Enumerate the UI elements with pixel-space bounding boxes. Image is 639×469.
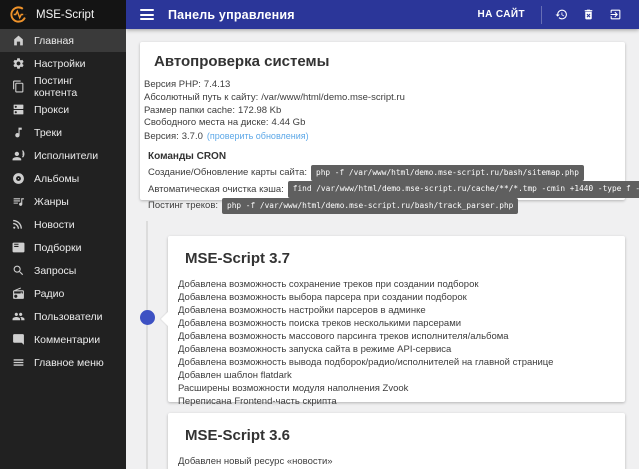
system-info: Версия PHP: 7.4.13 Абсолютный путь к сайт… bbox=[140, 79, 639, 215]
sidebar-item-users[interactable]: Пользователи bbox=[0, 305, 126, 328]
check-updates-link[interactable]: (проверить обновления) bbox=[207, 131, 309, 141]
page-title: Панель управления bbox=[168, 7, 295, 22]
cron-cache-clean: Автоматическая очистка кэша: find /var/w… bbox=[144, 181, 639, 198]
playlist-icon bbox=[12, 242, 25, 253]
info-php-version: Версия PHP: 7.4.13 bbox=[144, 79, 231, 90]
changelog-item: Добавлена возможность поиска треков неск… bbox=[178, 318, 462, 329]
system-check-card: Автопроверка системы Версия PHP: 7.4.13 А… bbox=[140, 42, 639, 215]
sidebar-item-label: Подборки bbox=[34, 241, 82, 254]
changelog-item: Добавлена возможность выбора парсера при… bbox=[178, 292, 467, 303]
search-icon bbox=[13, 265, 24, 276]
cron-title: Команды CRON bbox=[148, 150, 227, 162]
sidebar-item-label: Запросы bbox=[34, 264, 77, 277]
history-button[interactable] bbox=[548, 0, 575, 29]
sidebar-item-label: Главное меню bbox=[34, 356, 104, 369]
sidebar-item-requests[interactable]: Запросы bbox=[0, 259, 126, 282]
changelog-item: Расширены возможности модуля наполнения … bbox=[178, 383, 409, 394]
music-note-icon bbox=[15, 127, 22, 138]
sidebar-item-content-posting[interactable]: Постинг контента bbox=[0, 74, 126, 99]
sidebar-item-radio[interactable]: Радио bbox=[0, 282, 126, 305]
menu-list-icon bbox=[13, 359, 24, 366]
sidebar-item-label: Треки bbox=[34, 126, 62, 139]
changelog-item: Добавлена возможность массового парсинга… bbox=[178, 331, 509, 342]
sidebar-item-collections[interactable]: Подборки bbox=[0, 236, 126, 259]
info-cache-size: Размер папки cache: 172.98 Kb bbox=[144, 104, 282, 116]
sidebar-item-label: Радио bbox=[34, 287, 65, 300]
changelog-item: Добавлена возможность настройки парсеров… bbox=[178, 305, 426, 316]
sidebar-item-label: Постинг контента bbox=[34, 74, 78, 99]
changelog-item: Добавлена возможность вывода подборок/ра… bbox=[178, 357, 554, 368]
rss-icon bbox=[13, 219, 22, 229]
changelog-3-6-list: Добавлен новый ресурс «новости» bbox=[168, 455, 625, 468]
trash-icon bbox=[584, 9, 593, 20]
gear-icon bbox=[13, 58, 24, 69]
sidebar-item-comments[interactable]: Комментарии bbox=[0, 328, 126, 351]
to-site-button[interactable]: НА САЙТ bbox=[467, 9, 535, 20]
waveform-logo-icon bbox=[10, 6, 27, 23]
changelog-3-7-title: MSE-Script 3.7 bbox=[185, 250, 291, 267]
info-free-space: Свободного места на диске: 4.44 Gb bbox=[144, 117, 306, 129]
copy-icon bbox=[13, 80, 24, 93]
sidebar-item-artists[interactable]: Исполнители bbox=[0, 144, 126, 167]
cron-cache-clean-command: find /var/www/html/demo.mse-script.ru/ca… bbox=[287, 181, 639, 198]
sidebar-item-main-menu[interactable]: Главное меню bbox=[0, 351, 126, 374]
cron-sitemap-command: php -f /var/www/html/demo.mse-script.ru/… bbox=[311, 164, 584, 182]
sidebar-item-news[interactable]: Новости bbox=[0, 213, 126, 236]
sidebar-header: MSE-Script bbox=[0, 0, 126, 29]
sidebar-item-albums[interactable]: Альбомы bbox=[0, 167, 126, 190]
brand-title: MSE-Script bbox=[36, 8, 95, 21]
changelog-3-6-title: MSE-Script 3.6 bbox=[185, 427, 291, 444]
changelog-item: Добавлена возможность запуска сайта в ре… bbox=[178, 344, 452, 355]
sidebar-item-label: Исполнители bbox=[34, 149, 99, 162]
sidebar-item-tracks[interactable]: Треки bbox=[0, 121, 126, 144]
changelog-item: Добавлен новый ресурс «новости» bbox=[178, 456, 333, 467]
system-check-title: Автопроверка системы bbox=[154, 53, 330, 70]
hamburger-menu-icon[interactable] bbox=[140, 9, 154, 20]
sidebar-item-label: Жанры bbox=[34, 195, 69, 208]
logout-icon bbox=[610, 9, 621, 20]
sidebar-item-proxy[interactable]: Прокси bbox=[0, 98, 126, 121]
changelog-item: Добавлена возможность сохранение треков … bbox=[178, 279, 479, 290]
info-script-version: Версия: 3.7.0 (проверить обновления) bbox=[144, 131, 309, 143]
sidebar-item-label: Пользователи bbox=[34, 310, 103, 323]
cron-track-posting-command: php -f /var/www/html/demo.mse-script.ru/… bbox=[222, 197, 519, 215]
cron-track-posting: Постинг треков: php -f /var/www/html/dem… bbox=[144, 197, 611, 215]
sidebar-item-label: Главная bbox=[34, 34, 74, 47]
timeline-line bbox=[146, 221, 148, 469]
cron-sitemap: Создание/Обновление карты сайта: php -f … bbox=[144, 164, 611, 182]
sidebar-nav: Главная Настройки Постинг контента Прокс… bbox=[0, 29, 126, 374]
changelog-item: Переписана Frontend-часть скрипта bbox=[178, 396, 337, 407]
changelog-card-3-6: MSE-Script 3.6 Добавлен новый ресурс «но… bbox=[168, 413, 625, 469]
history-icon bbox=[555, 9, 567, 20]
sidebar-item-genres[interactable]: Жанры bbox=[0, 190, 126, 213]
sidebar-item-label: Альбомы bbox=[34, 172, 80, 185]
info-site-path: Абсолютный путь к сайту:/var/www/html/de… bbox=[144, 91, 405, 103]
sidebar-item-label: Прокси bbox=[34, 103, 70, 116]
album-icon bbox=[13, 173, 24, 184]
people-icon bbox=[12, 312, 25, 321]
topbar-divider bbox=[541, 5, 542, 24]
clear-cache-button[interactable] bbox=[575, 0, 602, 29]
sidebar-item-settings[interactable]: Настройки bbox=[0, 52, 126, 75]
changelog-item: Добавлен шаблон flatdark bbox=[178, 370, 292, 381]
timeline-dot bbox=[140, 310, 155, 325]
topbar: Панель управления НА САЙТ bbox=[126, 0, 639, 29]
sidebar-item-label: Комментарии bbox=[34, 333, 101, 346]
home-icon bbox=[14, 35, 23, 46]
sidebar: MSE-Script Главная Настройки Постинг кон… bbox=[0, 0, 126, 469]
voice-icon bbox=[12, 150, 25, 161]
changelog-3-7-list: Добавлена возможность сохранение треков … bbox=[168, 278, 625, 408]
queue-music-icon bbox=[13, 198, 24, 206]
dns-icon bbox=[13, 104, 24, 115]
logout-button[interactable] bbox=[602, 0, 629, 29]
sidebar-item-label: Настройки bbox=[34, 57, 86, 70]
main-content: Автопроверка системы Версия PHP: 7.4.13 А… bbox=[126, 29, 639, 469]
sidebar-item-label: Новости bbox=[34, 218, 75, 231]
changelog-card-3-7: MSE-Script 3.7 Добавлена возможность сох… bbox=[160, 236, 625, 407]
radio-icon bbox=[13, 287, 24, 299]
comment-icon bbox=[13, 334, 24, 345]
sidebar-item-home[interactable]: Главная bbox=[0, 29, 126, 52]
